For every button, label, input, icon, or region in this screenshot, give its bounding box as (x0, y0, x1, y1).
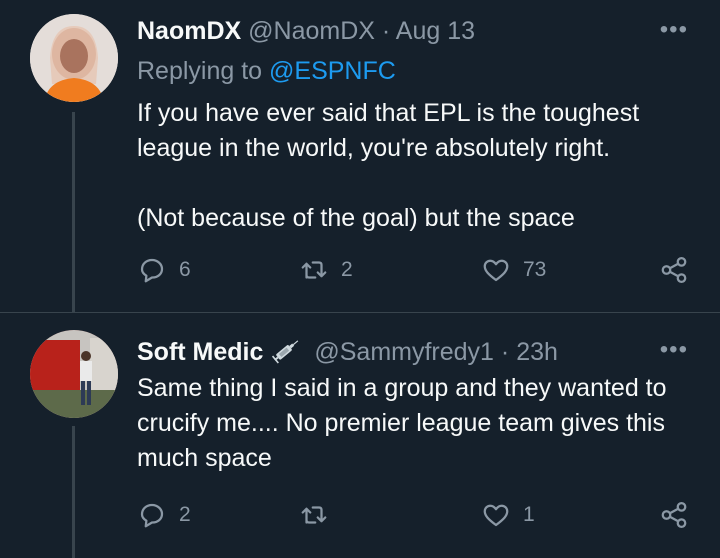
tweet-text-line: (Not because of the goal) but the space (137, 204, 575, 232)
like-button[interactable]: 73 (481, 255, 546, 285)
tweet-text: Same thing I said in a group and they wa… (137, 371, 697, 476)
tweet-divider (0, 312, 720, 313)
reply-icon (140, 503, 164, 528)
avatar[interactable] (30, 14, 118, 102)
thread-line (72, 112, 75, 312)
separator: · (500, 338, 510, 366)
tweet-text-line: much space (137, 444, 272, 472)
handle[interactable]: @NaomDX (248, 17, 375, 45)
tweet-text-line: crucify me.... No premier league team gi… (137, 409, 665, 437)
retweet-icon (301, 261, 327, 279)
reply-count: 2 (179, 503, 191, 526)
retweet-count: 2 (341, 258, 353, 281)
handle[interactable]: @Sammyfredy1 (314, 338, 494, 366)
reply-button[interactable]: 2 (137, 500, 191, 530)
like-button[interactable]: 1 (481, 500, 535, 530)
separator: · (381, 17, 391, 45)
tweet[interactable]: Soft Medic @Sammyfredy1 · 23h ••• Same t… (0, 318, 720, 558)
like-icon (483, 504, 509, 527)
like-count: 1 (523, 503, 535, 526)
action-bar: 6 2 73 (137, 255, 697, 289)
display-name[interactable]: NaomDX (137, 17, 241, 45)
tweet-text-line: If you have ever said that EPL is the to… (137, 99, 640, 127)
thread-line (72, 426, 75, 558)
display-name[interactable]: Soft Medic (137, 338, 263, 366)
share-button[interactable] (659, 500, 701, 530)
replying-to: Replying to @ESPNFC (137, 57, 396, 86)
tweet-header: NaomDX @NaomDX · Aug 13 (137, 17, 475, 46)
replying-prefix: Replying to (137, 57, 263, 85)
more-icon[interactable]: ••• (660, 336, 688, 364)
reply-icon (140, 258, 164, 283)
retweet-button[interactable] (299, 500, 341, 530)
like-count: 73 (523, 258, 547, 281)
action-bar: 2 1 (137, 500, 697, 534)
avatar[interactable] (30, 330, 118, 418)
retweet-icon (301, 506, 327, 524)
tweet-text-line: league in the world, you're absolutely r… (137, 134, 611, 162)
reply-button[interactable]: 6 (137, 255, 191, 285)
tweet-header: Soft Medic @Sammyfredy1 · 23h (137, 336, 558, 367)
tweet-text-line: Same thing I said in a group and they wa… (137, 374, 667, 402)
syringe-icon (272, 340, 299, 364)
tweet-text: If you have ever said that EPL is the to… (137, 96, 697, 236)
reply-count: 6 (179, 258, 191, 281)
replying-handle-link[interactable]: @ESPNFC (269, 57, 396, 85)
like-icon (483, 259, 509, 282)
share-icon (661, 257, 687, 283)
tweet[interactable]: NaomDX @NaomDX · Aug 13 ••• Replying to … (0, 0, 720, 312)
more-icon[interactable]: ••• (660, 16, 688, 44)
share-button[interactable] (659, 255, 701, 285)
timestamp[interactable]: Aug 13 (396, 17, 475, 45)
share-icon (661, 502, 687, 528)
timestamp[interactable]: 23h (516, 338, 558, 366)
retweet-button[interactable]: 2 (299, 255, 353, 285)
